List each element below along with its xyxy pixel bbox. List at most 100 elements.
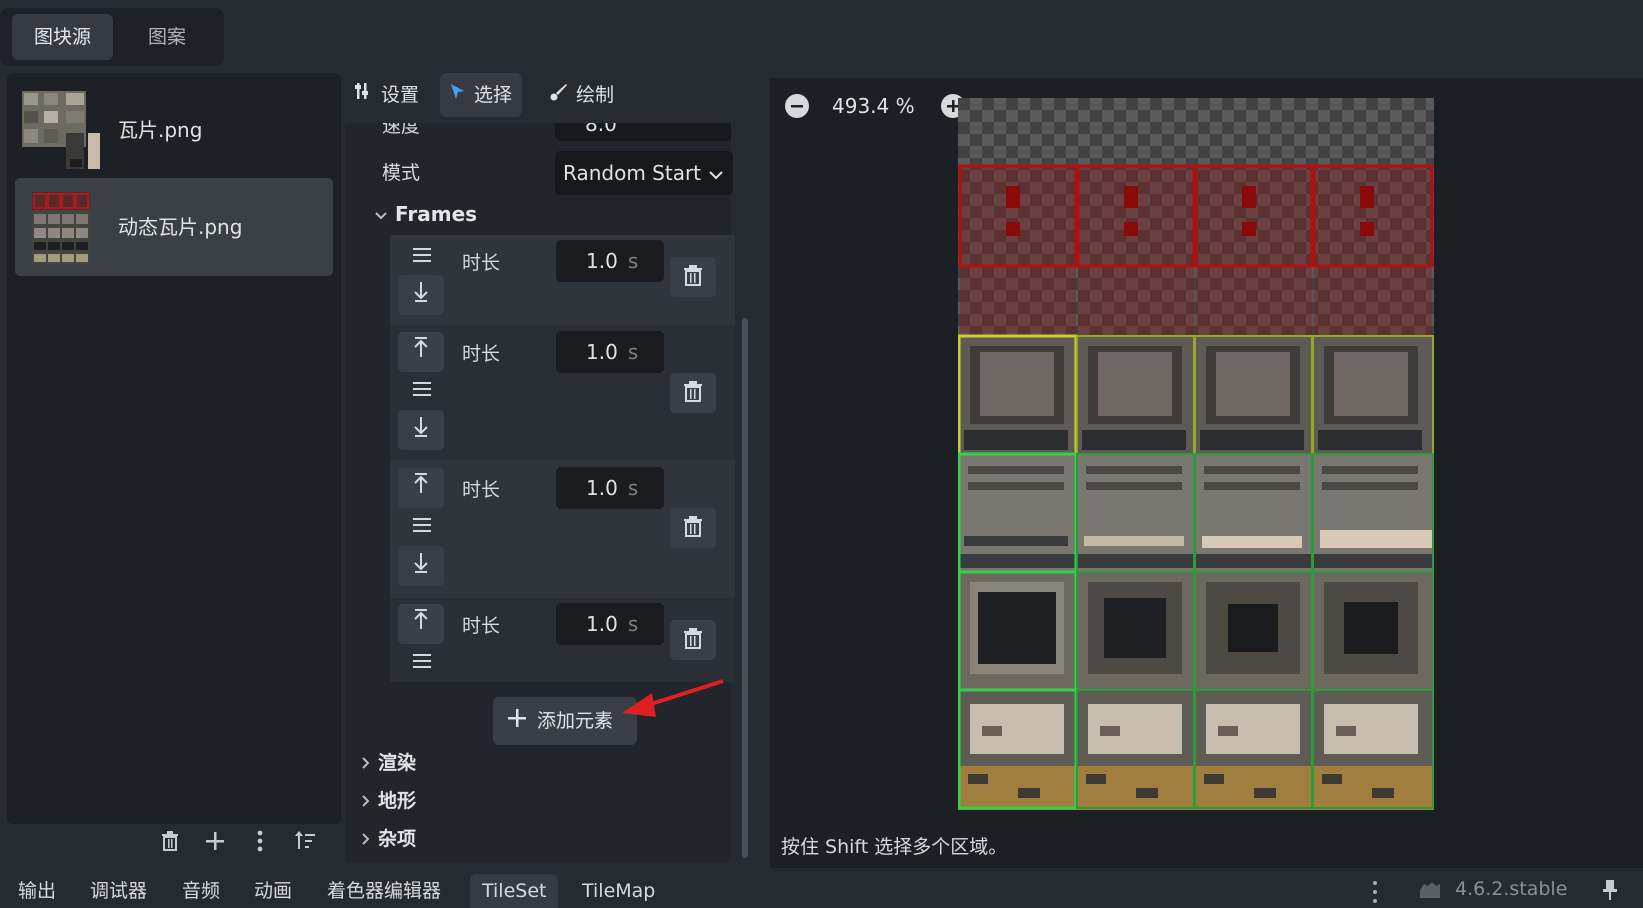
delete-frame-button[interactable] bbox=[670, 620, 716, 660]
move-down-button[interactable] bbox=[398, 410, 444, 450]
add-element-label: 添加元素 bbox=[537, 710, 614, 732]
duration-field[interactable]: 1.0 s bbox=[556, 603, 664, 645]
arrow-up-icon bbox=[414, 609, 428, 629]
duration-unit: s bbox=[627, 340, 639, 364]
trash-icon bbox=[684, 516, 702, 537]
sort-icon[interactable] bbox=[290, 830, 320, 860]
frames-header[interactable]: Frames bbox=[375, 202, 477, 226]
arrow-down-icon bbox=[414, 417, 428, 437]
source-item-animated-tiles[interactable]: 动态瓦片.png bbox=[15, 178, 333, 276]
chevron-down-icon bbox=[375, 202, 387, 226]
drag-handle-icon[interactable] bbox=[402, 378, 442, 406]
tab-audio[interactable]: 音频 bbox=[170, 874, 232, 908]
duration-value: 1.0 bbox=[586, 612, 618, 636]
duration-unit: s bbox=[627, 612, 639, 636]
duration-field[interactable]: 1.0 s bbox=[556, 240, 664, 282]
screen-tiles-row bbox=[958, 334, 1434, 456]
duration-unit: s bbox=[627, 476, 639, 500]
speed-label: 速度 bbox=[382, 123, 421, 137]
more-icon[interactable] bbox=[1372, 880, 1378, 908]
paint-label: 绘制 bbox=[576, 84, 615, 106]
arrow-up-icon bbox=[414, 337, 428, 357]
zoom-out-button[interactable] bbox=[785, 94, 809, 118]
drag-handle-icon[interactable] bbox=[402, 514, 442, 542]
pin-icon[interactable] bbox=[1602, 878, 1618, 906]
move-up-button[interactable] bbox=[398, 332, 444, 372]
tile-source-list: 瓦片.png 动态瓦片.png bbox=[7, 73, 341, 824]
tab-shader-editor[interactable]: 着色器编辑器 bbox=[315, 874, 453, 908]
tab-tileset[interactable]: TileSet bbox=[470, 874, 559, 908]
bottom-panel-bar: 输出 调试器 音频 动画 着色器编辑器 TileSet TileMap 4.6.… bbox=[0, 872, 1643, 908]
tiles-thumbnail bbox=[22, 91, 100, 169]
paint-tool-button[interactable]: 绘制 bbox=[540, 73, 624, 117]
chevron-right-icon bbox=[362, 828, 370, 850]
panel-tiles-row bbox=[958, 452, 1434, 574]
section-terrain-label: 地形 bbox=[378, 790, 417, 812]
version-label: 4.6.2.stable bbox=[1455, 878, 1568, 900]
trash-icon bbox=[684, 628, 702, 649]
arrow-down-icon bbox=[414, 553, 428, 573]
tab-patterns[interactable]: 图案 bbox=[126, 14, 208, 60]
move-down-button[interactable] bbox=[398, 546, 444, 586]
section-misc[interactable]: 杂项 bbox=[362, 824, 416, 851]
section-terrain[interactable]: 地形 bbox=[362, 786, 416, 813]
section-render-label: 渲染 bbox=[378, 752, 417, 774]
top-tabs: 图块源 图案 bbox=[0, 8, 224, 66]
duration-label: 时长 bbox=[462, 615, 501, 637]
tab-tile-sources[interactable]: 图块源 bbox=[12, 14, 114, 60]
settings-tool-button[interactable]: 设置 bbox=[345, 73, 429, 117]
cursor-icon bbox=[450, 73, 466, 117]
source-item-tiles[interactable]: 瓦片.png bbox=[15, 81, 333, 179]
arrow-up-icon bbox=[414, 473, 428, 493]
tab-debugger[interactable]: 调试器 bbox=[78, 874, 159, 908]
duration-value: 1.0 bbox=[586, 340, 618, 364]
drag-handle-icon[interactable] bbox=[402, 244, 442, 272]
move-up-button[interactable] bbox=[398, 468, 444, 508]
duration-label: 时长 bbox=[462, 252, 501, 274]
chevron-down-icon bbox=[709, 151, 723, 195]
section-render[interactable]: 渲染 bbox=[362, 748, 416, 775]
speed-row: 速度 8.0 bbox=[345, 123, 731, 141]
add-icon[interactable] bbox=[200, 830, 230, 860]
tab-tilemap[interactable]: TileMap bbox=[570, 874, 667, 908]
mode-dropdown[interactable]: Random Start bbox=[555, 151, 733, 195]
zoom-level: 493.4 % bbox=[832, 94, 915, 118]
wrench-icon bbox=[355, 73, 373, 117]
inspector-scrollbar[interactable] bbox=[742, 318, 748, 858]
move-down-button[interactable] bbox=[398, 275, 444, 315]
move-up-button[interactable] bbox=[398, 604, 444, 644]
source-label-animated-tiles: 动态瓦片.png bbox=[118, 215, 243, 239]
mode-value: Random Start bbox=[563, 161, 702, 185]
card-tiles-row bbox=[958, 688, 1434, 810]
more-icon[interactable] bbox=[245, 830, 275, 860]
trash-icon[interactable] bbox=[155, 830, 185, 860]
duration-value: 1.0 bbox=[586, 476, 618, 500]
chevron-right-icon bbox=[362, 790, 370, 812]
duration-field[interactable]: 1.0 s bbox=[556, 331, 664, 373]
plus-icon bbox=[507, 698, 527, 746]
tile-atlas-image[interactable] bbox=[958, 98, 1434, 810]
section-misc-label: 杂项 bbox=[378, 828, 417, 850]
godot-logo-icon bbox=[1418, 880, 1442, 906]
brush-icon bbox=[550, 73, 568, 117]
select-tool-button[interactable]: 选择 bbox=[440, 73, 523, 117]
delete-frame-button[interactable] bbox=[670, 373, 716, 413]
speed-field[interactable]: 8.0 bbox=[555, 123, 731, 141]
chevron-right-icon bbox=[362, 752, 370, 774]
delete-frame-button[interactable] bbox=[670, 257, 716, 297]
tab-animation[interactable]: 动画 bbox=[242, 874, 304, 908]
canvas-hint: 按住 Shift 选择多个区域。 bbox=[781, 836, 1008, 858]
red-arrow-annotation bbox=[622, 679, 724, 717]
select-label: 选择 bbox=[474, 84, 513, 106]
monitor-tiles-row bbox=[958, 570, 1434, 692]
duration-unit: s bbox=[627, 249, 639, 273]
drag-handle-icon[interactable] bbox=[402, 650, 442, 678]
duration-field[interactable]: 1.0 s bbox=[556, 467, 664, 509]
minus-icon bbox=[791, 105, 803, 108]
source-label-tiles: 瓦片.png bbox=[118, 118, 203, 142]
delete-frame-button[interactable] bbox=[670, 508, 716, 548]
trash-icon bbox=[684, 265, 702, 286]
tab-output[interactable]: 输出 bbox=[6, 874, 68, 908]
add-element-button[interactable]: 添加元素 bbox=[493, 697, 637, 745]
duration-label: 时长 bbox=[462, 343, 501, 365]
